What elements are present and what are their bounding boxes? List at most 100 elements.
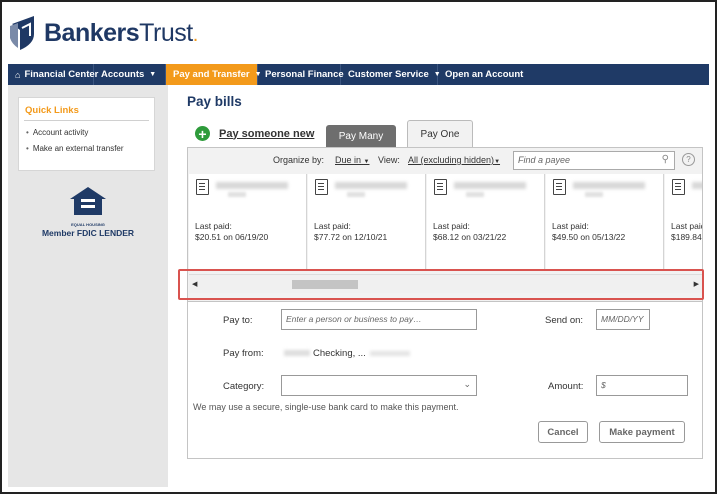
- redacted-payee-name: [573, 182, 645, 189]
- payee-card[interactable]: Last paid: $68.12 on 03/21/22: [427, 174, 545, 270]
- amount-placeholder: $: [601, 380, 606, 390]
- quick-link-account-activity[interactable]: • Account activity: [19, 121, 154, 138]
- tab-pay-one[interactable]: Pay One: [407, 120, 473, 148]
- caret-down-icon: ▼: [494, 159, 501, 165]
- last-paid-label: Last paid:: [195, 221, 232, 231]
- horizontal-scrollbar[interactable]: ◀ ▶: [189, 274, 702, 293]
- category-select[interactable]: ⌄: [281, 375, 477, 396]
- last-paid: Last paid: $77.72 on 12/10/21: [314, 221, 387, 243]
- last-paid-value: $189.84: [671, 232, 702, 242]
- amount-input[interactable]: $: [596, 375, 688, 396]
- sidebar: Quick Links • Account activity • Make an e…: [8, 85, 168, 487]
- last-paid-value: $77.72 on 12/10/21: [314, 232, 388, 242]
- fdic-small-text: EQUAL HOUSING: [71, 222, 105, 227]
- redacted-payee-name: [692, 182, 702, 189]
- nav-open-account[interactable]: Open an Account: [438, 64, 524, 85]
- amount-label: Amount:: [548, 381, 584, 392]
- scroll-right-arrow-icon[interactable]: ▶: [694, 280, 699, 288]
- redacted-payee-detail: [466, 192, 484, 197]
- pay-from-text: Checking, ...: [313, 348, 366, 359]
- payee-cards: Last paid: $20.51 on 06/19/20 Last paid: $…: [189, 174, 702, 270]
- nav-label: Financial Center: [24, 69, 99, 80]
- redacted-account-prefix: [284, 350, 310, 357]
- search-icon[interactable]: ⚲: [662, 154, 669, 165]
- bank-name-bold: Bankers: [44, 18, 140, 47]
- bank-name-rest: Trust: [139, 18, 193, 47]
- main-nav: ⌂ Financial Center Accounts ▼ Pay and Tr…: [8, 64, 709, 85]
- payee-toolbar: Organize by: Due in ▼ View: All (excludi…: [188, 148, 702, 172]
- quick-link-label: Make an external transfer: [32, 144, 124, 153]
- redacted-payee-name: [335, 182, 407, 189]
- bill-icon: [553, 179, 566, 195]
- nav-personal-finance[interactable]: Personal Finance: [258, 64, 344, 85]
- help-icon[interactable]: ?: [682, 153, 695, 166]
- redacted-payee-detail: [228, 192, 246, 197]
- nav-pay-and-transfer[interactable]: Pay and Transfer ▼: [166, 64, 262, 85]
- quick-links-panel: Quick Links • Account activity • Make an e…: [18, 97, 155, 171]
- equal-housing-icon: [68, 185, 108, 221]
- quick-link-external-transfer[interactable]: • Make an external transfer: [19, 138, 154, 154]
- make-payment-button[interactable]: Make payment: [599, 421, 685, 443]
- nav-label: Customer Service: [348, 69, 429, 80]
- bank-name: BankersTrust.: [44, 19, 198, 48]
- organize-value: Due in: [335, 155, 362, 165]
- payment-note: We may use a secure, single-use bank car…: [193, 402, 459, 412]
- last-paid-value: $68.12 on 03/21/22: [433, 232, 507, 242]
- bank-logo[interactable]: BankersTrust.: [10, 14, 198, 52]
- last-paid-label: Last paid:: [552, 221, 589, 231]
- plus-icon: +: [195, 126, 210, 141]
- page-title: Pay bills: [187, 94, 242, 109]
- payee-panel: Organize by: Due in ▼ View: All (excludi…: [187, 147, 703, 302]
- payee-card[interactable]: Last paid: $77.72 on 12/10/21: [308, 174, 426, 270]
- quick-links-title: Quick Links: [24, 98, 149, 121]
- nav-label: Accounts: [101, 69, 145, 80]
- redacted-payee-detail: [585, 192, 603, 197]
- nav-label: Open an Account: [445, 69, 524, 80]
- nav-financial-center[interactable]: ⌂ Financial Center: [8, 64, 98, 85]
- pay-someone-new-link[interactable]: + Pay someone new: [195, 126, 314, 141]
- category-label: Category:: [223, 381, 265, 392]
- bill-icon: [196, 179, 209, 195]
- find-payee-placeholder: Find a payee: [518, 155, 571, 165]
- send-on-placeholder: MM/DD/YY: [601, 314, 644, 324]
- chevron-down-icon: ⌄: [463, 379, 471, 389]
- pay-to-input[interactable]: Enter a person or business to pay…: [281, 309, 477, 330]
- quick-link-label: Account activity: [32, 128, 89, 137]
- payee-card[interactable]: Last paid:$189.84: [665, 174, 702, 270]
- view-label: View:: [378, 155, 400, 165]
- bill-icon: [434, 179, 447, 195]
- logo-mark-icon: [10, 14, 40, 52]
- fdic-label: Member FDIC LENDER: [41, 228, 135, 238]
- send-on-input[interactable]: MM/DD/YY: [596, 309, 650, 330]
- nav-label: Pay and Transfer: [173, 69, 250, 80]
- organize-dropdown[interactable]: Due in ▼: [335, 155, 369, 165]
- find-payee-input[interactable]: Find a payee ⚲: [513, 151, 675, 170]
- payment-form: Pay to: Enter a person or business to pa…: [187, 302, 703, 459]
- view-value: All (excluding hidden): [408, 155, 495, 165]
- redacted-payee-name: [216, 182, 288, 189]
- last-paid: Last paid: $20.51 on 06/19/20: [195, 221, 268, 243]
- tab-pay-many[interactable]: Pay Many: [326, 125, 396, 147]
- last-paid: Last paid: $49.50 on 05/13/22: [552, 221, 625, 243]
- redacted-payee-detail: [347, 192, 365, 197]
- nav-customer-service[interactable]: Customer Service ▼: [341, 64, 441, 85]
- cancel-button[interactable]: Cancel: [538, 421, 588, 443]
- header: BankersTrust.: [2, 2, 713, 64]
- bill-icon: [315, 179, 328, 195]
- pay-from-value[interactable]: Checking, ...: [284, 348, 410, 359]
- caret-down-icon: ▼: [363, 159, 370, 165]
- last-paid-label: Last paid:: [314, 221, 351, 231]
- pay-someone-new-label: Pay someone new: [219, 127, 315, 140]
- payee-card[interactable]: Last paid: $20.51 on 06/19/20: [189, 174, 307, 270]
- scroll-left-arrow-icon[interactable]: ◀: [192, 280, 197, 288]
- last-paid-value: $20.51 on 06/19/20: [195, 232, 269, 242]
- nav-accounts[interactable]: Accounts ▼: [94, 64, 166, 85]
- bank-name-dot: .: [192, 23, 199, 46]
- last-paid-label: Last paid:: [433, 221, 470, 231]
- payee-card[interactable]: Last paid: $49.50 on 05/13/22: [546, 174, 664, 270]
- view-dropdown[interactable]: All (excluding hidden)▼: [408, 155, 500, 165]
- redacted-payee-name: [454, 182, 526, 189]
- scrollbar-thumb[interactable]: [292, 280, 358, 289]
- pay-to-label: Pay to:: [223, 315, 253, 326]
- send-on-label: Send on:: [545, 315, 584, 326]
